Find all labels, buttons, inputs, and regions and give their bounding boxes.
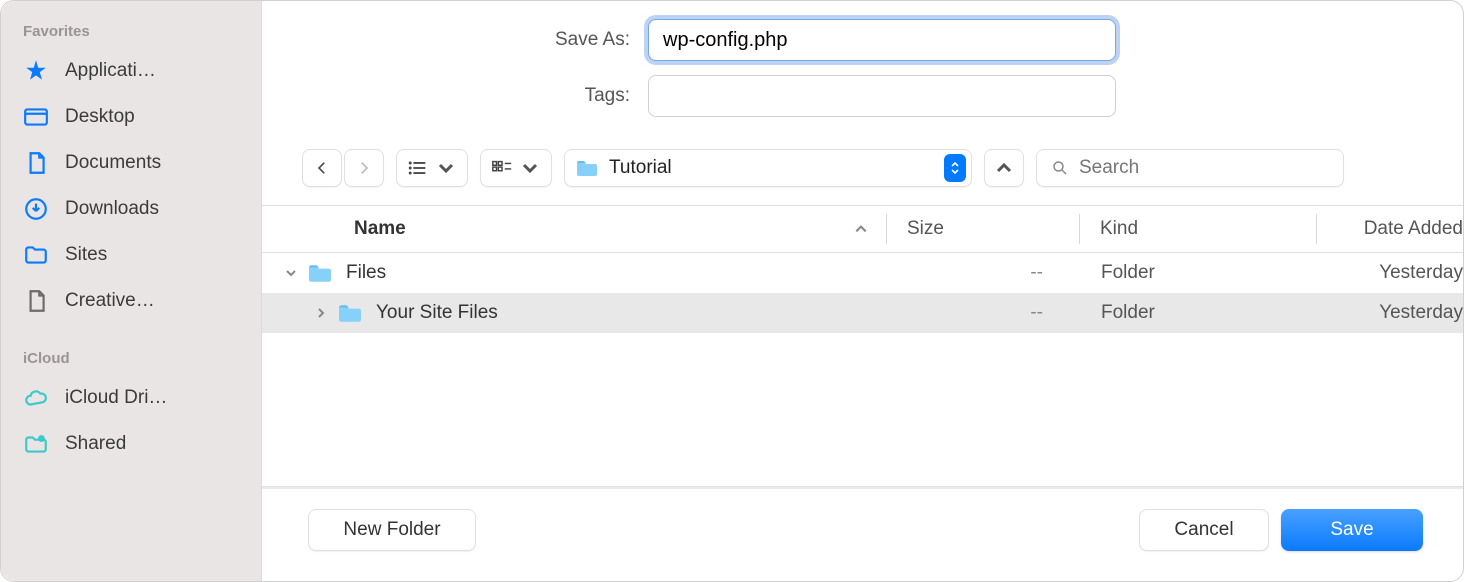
chevron-down-icon [519,159,541,177]
sidebar-item-documents[interactable]: Documents [13,140,249,186]
sidebar-item-label: Creative… [65,290,239,312]
new-folder-button[interactable]: New Folder [308,509,476,551]
sidebar-item-downloads[interactable]: Downloads [13,186,249,232]
tags-label: Tags: [282,85,630,107]
search-field[interactable] [1036,149,1344,187]
column-date[interactable]: Date Added [1317,218,1463,240]
column-size[interactable]: Size [887,218,1079,240]
documents-icon [23,150,49,176]
view-list-button[interactable] [396,149,468,187]
save-as-input[interactable] [648,19,1116,61]
column-name[interactable]: Name [262,218,836,240]
disclosure-triangle-icon[interactable] [282,267,300,279]
sidebar-item-creative[interactable]: Creative… [13,278,249,324]
sidebar-section-favorites: Favorites [13,17,249,48]
toolbar: Tutorial [262,141,1463,205]
file-icon [23,288,49,314]
sidebar-item-label: Desktop [65,106,239,128]
desktop-icon [23,104,49,130]
sidebar-item-label: Applicati… [65,60,239,82]
sidebar-item-applications[interactable]: Applicati… [13,48,249,94]
file-name: Your Site Files [376,302,498,324]
file-date: Yesterday [1317,302,1463,324]
footer: New Folder Cancel Save [262,489,1463,581]
tags-input[interactable] [648,75,1116,117]
file-name: Files [346,262,386,284]
applications-icon [23,58,49,84]
column-kind[interactable]: Kind [1080,218,1316,240]
file-row[interactable]: Files -- Folder Yesterday [262,253,1463,293]
form-area: Save As: Tags: [262,1,1463,141]
nav-back-button[interactable] [302,149,342,187]
file-size: -- [839,262,1081,284]
file-list-header: Name Size Kind Date Added [262,205,1463,253]
sidebar-item-label: Sites [65,244,239,266]
sidebar-item-label: Downloads [65,198,239,220]
save-as-label: Save As: [282,29,630,51]
folder-icon [306,262,334,284]
save-button[interactable]: Save [1281,509,1423,551]
chevron-down-icon [435,159,457,177]
search-input[interactable] [1079,157,1329,179]
file-date: Yesterday [1317,262,1463,284]
folder-location-popup[interactable]: Tutorial [564,149,972,187]
sidebar-item-desktop[interactable]: Desktop [13,94,249,140]
downloads-icon [23,196,49,222]
sidebar-item-icloud-drive[interactable]: iCloud Dri… [13,375,249,421]
sidebar-item-label: Shared [65,433,239,455]
location-stepper-icon [944,154,966,182]
sidebar-item-sites[interactable]: Sites [13,232,249,278]
disclosure-triangle-icon[interactable] [312,307,330,319]
sort-indicator-icon [836,222,886,236]
file-list: Files -- Folder Yesterday Your Site File… [262,253,1463,487]
sidebar-item-label: Documents [65,152,239,174]
file-kind: Folder [1081,262,1317,284]
cancel-button[interactable]: Cancel [1139,509,1269,551]
folder-icon [23,242,49,268]
sidebar-item-shared[interactable]: Shared [13,421,249,467]
view-group-button[interactable] [480,149,552,187]
sidebar-section-icloud: iCloud [13,344,249,375]
file-row[interactable]: Your Site Files -- Folder Yesterday [262,293,1463,333]
expand-button[interactable] [984,149,1024,187]
folder-location-name: Tutorial [609,157,934,179]
sidebar-item-label: iCloud Dri… [65,387,239,409]
folder-icon [336,302,364,324]
file-size: -- [839,302,1081,324]
sidebar: Favorites Applicati… Desktop Documents D… [1,1,262,581]
search-icon [1051,158,1069,178]
cloud-icon [23,385,49,411]
file-kind: Folder [1081,302,1317,324]
main-panel: Save As: Tags: Tutorial [262,1,1463,581]
shared-folder-icon [23,431,49,457]
folder-icon [575,158,599,178]
chevron-up-icon [995,159,1013,177]
nav-forward-button[interactable] [344,149,384,187]
